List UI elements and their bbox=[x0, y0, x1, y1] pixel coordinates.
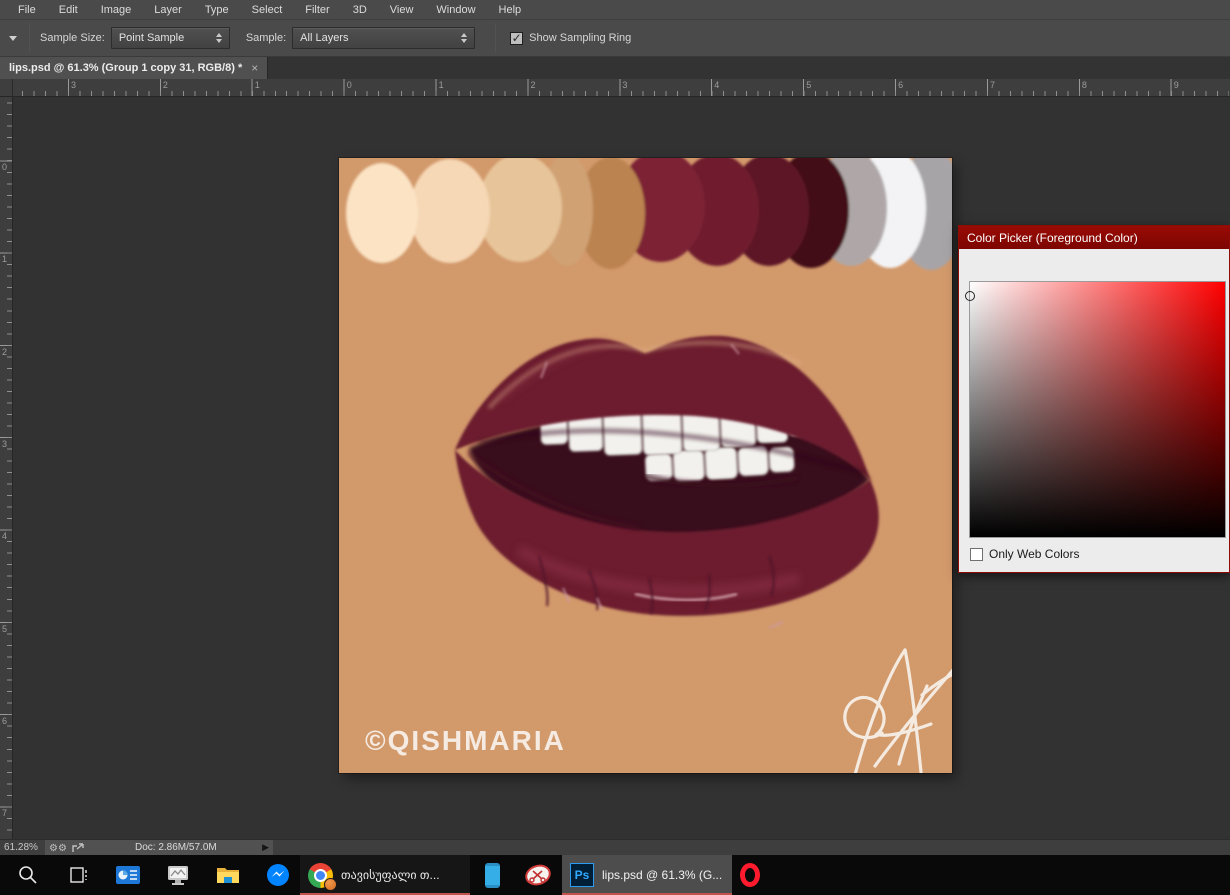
document-tab-title: lips.psd @ 61.3% (Group 1 copy 31, RGB/8… bbox=[9, 62, 242, 74]
scissors-tool-icon bbox=[524, 863, 552, 887]
options-bar: Sample Size: Point Sample Sample: All La… bbox=[0, 20, 1230, 57]
sample-label: Sample: bbox=[246, 32, 286, 44]
menu-bar: FileEditImageLayerTypeSelectFilter3DView… bbox=[0, 0, 1230, 20]
chrome-window-title: თავისუფალი თ... bbox=[341, 868, 440, 882]
menu-item-image[interactable]: Image bbox=[90, 0, 144, 20]
menu-item-help[interactable]: Help bbox=[488, 0, 534, 20]
gears-icon[interactable]: ⚙⚙ bbox=[49, 843, 67, 854]
ruler-v-number: 4 bbox=[2, 531, 7, 541]
ruler-h-number: 0 bbox=[347, 80, 352, 90]
separator bbox=[29, 23, 30, 53]
zoom-level-field[interactable]: 61.28% bbox=[4, 842, 38, 853]
ruler-v-number: 7 bbox=[2, 808, 7, 818]
menu-item-file[interactable]: File bbox=[7, 0, 48, 20]
ruler-h-number: 2 bbox=[163, 80, 168, 90]
saturation-brightness-field[interactable] bbox=[969, 281, 1226, 538]
file-explorer-icon bbox=[215, 864, 241, 886]
ruler-v-number: 5 bbox=[2, 624, 7, 634]
color-picker-title: Color Picker (Foreground Color) bbox=[959, 226, 1229, 249]
sample-size-label: Sample Size: bbox=[40, 32, 105, 44]
ruler-h-number: 1 bbox=[439, 80, 444, 90]
sample-dropdown[interactable]: All Layers bbox=[292, 27, 475, 49]
menu-item-layer[interactable]: Layer bbox=[143, 0, 194, 20]
taskbar-snip-tool-button[interactable] bbox=[518, 855, 558, 895]
menu-item-3d[interactable]: 3D bbox=[342, 0, 379, 20]
ruler-v-number: 2 bbox=[2, 347, 7, 357]
ruler-v-number: 0 bbox=[2, 162, 7, 172]
spinner-icon bbox=[216, 33, 222, 43]
photoshop-application-window: FileEditImageLayerTypeSelectFilter3DView… bbox=[0, 0, 1230, 895]
document-tab-strip: lips.psd @ 61.3% (Group 1 copy 31, RGB/8… bbox=[0, 57, 1230, 79]
sample-size-value: Point Sample bbox=[119, 32, 184, 44]
artist-watermark: ©QISHMARIA bbox=[365, 725, 566, 756]
lips-artwork: ©QISHMARIA bbox=[339, 158, 952, 773]
color-cursor-marker[interactable] bbox=[965, 291, 975, 301]
sample-value: All Layers bbox=[300, 32, 348, 44]
color-picker-dialog: Color Picker (Foreground Color) Only Web… bbox=[958, 225, 1230, 573]
taskbar-report-app-button[interactable] bbox=[108, 855, 148, 895]
export-icon[interactable] bbox=[71, 842, 85, 854]
menu-item-type[interactable]: Type bbox=[194, 0, 241, 20]
tool-preset-button[interactable] bbox=[3, 26, 23, 50]
document-size-info: Doc: 2.86M/57.0M bbox=[135, 842, 217, 853]
notification-badge bbox=[324, 878, 337, 891]
only-web-colors-label: Only Web Colors bbox=[989, 547, 1079, 561]
messenger-icon bbox=[266, 863, 290, 887]
taskbar-opera-button[interactable] bbox=[728, 855, 772, 895]
show-sampling-ring-checkbox[interactable]: ✓ bbox=[510, 32, 523, 45]
windows-taskbar: თავისუფალი თ... Ps lips.psd @ 61.3% (G..… bbox=[0, 855, 1230, 895]
ruler-corner bbox=[0, 79, 13, 97]
task-view-icon bbox=[67, 864, 89, 886]
monitor-chart-icon bbox=[165, 863, 191, 887]
ruler-h-number: 9 bbox=[1174, 80, 1179, 90]
vertical-ruler[interactable]: 0 1 2 3 4 5 6 7 bbox=[0, 97, 13, 839]
ruler-h-number: 1 bbox=[255, 80, 260, 90]
taskbar-task-view-button[interactable] bbox=[58, 855, 98, 895]
menu-item-filter[interactable]: Filter bbox=[294, 0, 341, 20]
show-sampling-ring-label: Show Sampling Ring bbox=[529, 32, 631, 44]
only-web-colors-checkbox[interactable] bbox=[970, 548, 983, 561]
photoshop-icon: Ps bbox=[570, 863, 594, 887]
taskbar-chrome-window-button[interactable]: თავისუფალი თ... bbox=[300, 855, 470, 895]
close-icon[interactable]: × bbox=[251, 61, 258, 75]
chrome-icon bbox=[308, 863, 333, 888]
opera-icon bbox=[740, 863, 760, 887]
ruler-h-number: 4 bbox=[714, 80, 719, 90]
horizontal-ruler[interactable]: 3 2 1 0 1 2 3 4 5 6 7 8 9 bbox=[0, 79, 1230, 97]
status-expand-arrow[interactable]: ▶ bbox=[262, 842, 269, 853]
status-panel: ⚙⚙ Doc: 2.86M/57.0M ▶ bbox=[45, 840, 273, 856]
ruler-h-number: 2 bbox=[531, 80, 536, 90]
taskbar-messenger-button[interactable] bbox=[258, 855, 298, 895]
ruler-h-number: 5 bbox=[806, 80, 811, 90]
ruler-h-number: 3 bbox=[71, 80, 76, 90]
document-canvas[interactable]: ©QISHMARIA bbox=[339, 158, 952, 773]
taskbar-file-explorer-button[interactable] bbox=[208, 855, 248, 895]
taskbar-photoshop-window-button[interactable]: Ps lips.psd @ 61.3% (G... bbox=[562, 855, 732, 895]
status-bar: 61.28% ⚙⚙ Doc: 2.86M/57.0M ▶ bbox=[0, 839, 1230, 855]
document-tab[interactable]: lips.psd @ 61.3% (Group 1 copy 31, RGB/8… bbox=[0, 57, 268, 79]
taskbar-monitor-app-button[interactable] bbox=[158, 855, 198, 895]
ruler-h-number: 6 bbox=[898, 80, 903, 90]
ruler-v-number: 1 bbox=[2, 254, 7, 264]
chevron-down-icon bbox=[9, 36, 17, 41]
search-icon bbox=[17, 864, 39, 886]
color-swatch-row bbox=[346, 158, 952, 270]
sample-size-dropdown[interactable]: Point Sample bbox=[111, 27, 230, 49]
ruler-v-number: 6 bbox=[2, 716, 7, 726]
phone-icon bbox=[485, 863, 500, 888]
ruler-h-number: 7 bbox=[990, 80, 995, 90]
blue-report-app-icon bbox=[115, 864, 141, 886]
taskbar-your-phone-button[interactable] bbox=[472, 855, 512, 895]
ruler-h-number: 3 bbox=[622, 80, 627, 90]
ruler-h-number: 8 bbox=[1082, 80, 1087, 90]
spinner-icon bbox=[461, 33, 467, 43]
photoshop-window-title: lips.psd @ 61.3% (G... bbox=[602, 868, 722, 882]
separator bbox=[495, 23, 496, 53]
menu-item-select[interactable]: Select bbox=[241, 0, 295, 20]
menu-item-view[interactable]: View bbox=[379, 0, 426, 20]
ruler-v-number: 3 bbox=[2, 439, 7, 449]
menu-item-edit[interactable]: Edit bbox=[48, 0, 90, 20]
taskbar-search-button[interactable] bbox=[8, 855, 48, 895]
menu-item-window[interactable]: Window bbox=[425, 0, 487, 20]
